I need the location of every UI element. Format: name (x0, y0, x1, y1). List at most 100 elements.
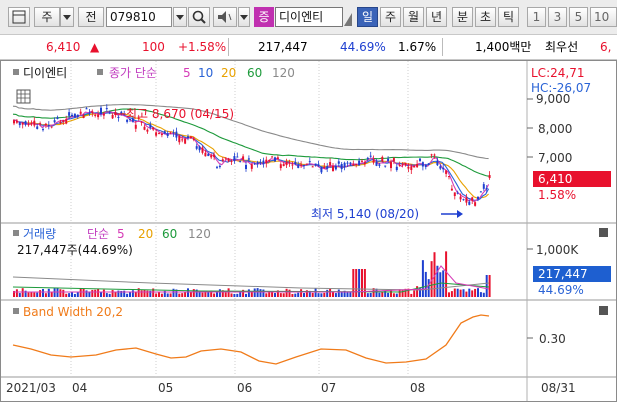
tab-minute[interactable]: 분 (452, 7, 473, 27)
volume-bar (18, 293, 21, 297)
interval-10[interactable]: 10 (590, 7, 617, 27)
candle-body (160, 133, 163, 136)
period-button[interactable]: 전 (78, 7, 104, 27)
candle-body (172, 132, 175, 134)
candle-body (413, 165, 416, 168)
up-arrow-icon: ▲ (90, 40, 100, 54)
volume-current: 217,447주(44.69%) (17, 243, 133, 257)
candle-body (265, 159, 268, 164)
candle-body (100, 107, 102, 115)
candle-body (178, 135, 181, 143)
candle-body (482, 184, 485, 189)
candle-body (323, 166, 326, 169)
candle-body (97, 114, 100, 118)
candle-body (401, 163, 404, 165)
volume-bar (387, 292, 390, 297)
candle-body (392, 158, 395, 162)
candle-body (250, 164, 253, 169)
volume-bar (201, 292, 204, 297)
candle-body (427, 163, 430, 166)
ma5-polyline (12, 110, 490, 203)
candle-body (311, 166, 314, 168)
candle-body (166, 133, 169, 137)
candle-body (314, 163, 317, 166)
tab-year[interactable]: 년 (426, 7, 447, 27)
high-annotation: 최고 8,670 (04/15) (126, 107, 234, 121)
candle-body (419, 158, 421, 161)
volume-bar (169, 293, 172, 297)
volume-bar (189, 292, 192, 297)
panel-close-icon[interactable] (599, 306, 608, 315)
candle-body (343, 162, 346, 168)
sound-icon[interactable] (213, 7, 237, 27)
volume-bar (366, 293, 369, 297)
candle-body (201, 147, 204, 153)
candle-body (242, 156, 245, 160)
volume-bar (62, 289, 65, 297)
search-icon[interactable] (188, 7, 210, 27)
stock-code-input[interactable]: 079810 (106, 7, 172, 27)
x-label: 06 (237, 381, 252, 395)
volume-bar (459, 289, 462, 297)
candle-body (91, 111, 94, 114)
sound-dropdown-icon[interactable] (238, 7, 250, 27)
candle-body (36, 126, 39, 129)
volume-bar (274, 293, 276, 297)
volume-bar (108, 293, 111, 297)
volume-bar (245, 293, 247, 297)
legend-ma60: 60 (247, 66, 262, 80)
volume-bar (160, 293, 163, 297)
stock-chart[interactable]: 디이엔티 종가 단순 5 10 20 60 120 LC:24,71 HC:-2… (0, 60, 617, 402)
interval-5[interactable]: 5 (569, 7, 588, 27)
trader-value: 6, (600, 40, 612, 54)
volume-bar (392, 293, 395, 297)
candle-body (361, 160, 363, 162)
candle-body (282, 164, 285, 167)
candle-body (152, 127, 155, 130)
x-label: 2021/03 (6, 381, 56, 395)
chevron-down-icon[interactable] (60, 7, 74, 27)
legend-stock-name: 디이엔티 (23, 66, 67, 80)
interval-1[interactable]: 1 (527, 7, 546, 27)
tab-week[interactable]: 주 (380, 7, 401, 27)
candle-body (416, 163, 419, 168)
volume-bar (36, 292, 39, 297)
volume-bar (65, 293, 68, 297)
volume-bar (250, 292, 253, 297)
candle-body (39, 123, 42, 125)
volume-bar (300, 289, 303, 297)
tab-second[interactable]: 초 (475, 7, 496, 27)
candle-body (410, 166, 413, 171)
candle-body (21, 122, 24, 125)
candle-body (227, 158, 230, 162)
chart-canvas[interactable]: 디이엔티 종가 단순 5 10 20 60 120 LC:24,71 HC:-2… (1, 61, 616, 401)
volume-bar (15, 289, 18, 297)
volume-bar (230, 293, 233, 297)
code-dropdown-icon[interactable] (173, 7, 187, 27)
candle-body (30, 123, 33, 125)
volume-bar (111, 290, 114, 297)
stock-name-field[interactable]: 디이엔티 (275, 7, 343, 27)
volume-bar (126, 293, 129, 297)
candle-body (44, 123, 47, 126)
ma20-polyline (12, 112, 489, 199)
candle-body (436, 160, 439, 166)
candle-body (105, 108, 108, 110)
grid-toggle-icon[interactable] (16, 89, 31, 104)
interval-3[interactable]: 3 (548, 7, 567, 27)
volume-ratio: 44.69% (340, 40, 386, 54)
tab-day[interactable]: 일 (357, 7, 378, 27)
y-tick-label: 7,000 (538, 151, 572, 165)
candle-body (395, 166, 398, 171)
candle-body (79, 111, 82, 114)
candle-body (459, 196, 462, 200)
candle-body (259, 161, 262, 163)
window-icon[interactable] (8, 7, 30, 27)
panel-close-icon[interactable] (599, 228, 608, 237)
chart-type-select[interactable]: 주 (34, 7, 60, 27)
volume-bar (178, 293, 181, 297)
candle-body (207, 153, 210, 157)
tab-month[interactable]: 월 (403, 7, 424, 27)
tab-tick[interactable]: 틱 (498, 7, 519, 27)
candle-body (300, 164, 303, 166)
